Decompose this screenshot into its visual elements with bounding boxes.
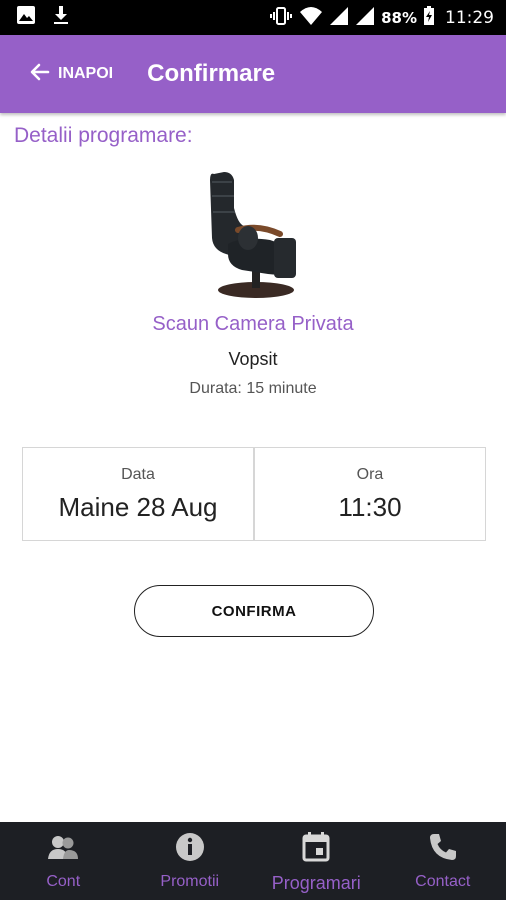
- calendar-icon: [302, 832, 330, 867]
- service-image: [198, 168, 308, 304]
- date-cell: Data Maine 28 Aug: [23, 448, 253, 540]
- service-name: Scaun Camera Privata: [152, 313, 354, 335]
- battery-icon: [423, 5, 435, 30]
- download-icon: [52, 5, 70, 30]
- date-value: Maine 28 Aug: [58, 491, 218, 522]
- battery-percent: 88%: [381, 8, 417, 27]
- arrow-left-icon: [28, 60, 52, 89]
- status-time: 11:29: [445, 7, 494, 28]
- service-type: Vopsit: [228, 349, 278, 369]
- time-cell: Ora 11:30: [253, 448, 485, 540]
- vibrate-icon: [269, 6, 293, 30]
- date-label: Data: [121, 465, 155, 483]
- nav-label-promotii: Promotii: [160, 873, 220, 890]
- nav-label-cont: Cont: [46, 873, 81, 890]
- back-button[interactable]: INAPOI: [0, 60, 113, 89]
- nav-item-contact[interactable]: Contact: [380, 822, 506, 900]
- service-duration: Durata: 15 minute: [189, 380, 317, 397]
- app-bar: INAPOI Confirmare: [0, 35, 506, 113]
- info-icon: [175, 832, 205, 867]
- wifi-icon: [299, 6, 323, 30]
- nav-item-cont[interactable]: Cont: [0, 822, 127, 900]
- bottom-nav: Cont Promotii Programari Contact: [0, 822, 506, 900]
- appointment-summary: Data Maine 28 Aug Ora 11:30: [22, 447, 486, 541]
- signal-icon: [329, 6, 349, 30]
- image-icon: [16, 5, 36, 30]
- time-value: 11:30: [338, 491, 402, 522]
- back-label: INAPOI: [58, 65, 114, 82]
- nav-label-contact: Contact: [415, 873, 471, 890]
- status-bar: 88% 11:29: [0, 0, 506, 35]
- section-title: Detalii programare:: [14, 124, 193, 147]
- time-label: Ora: [356, 465, 384, 483]
- signal-icon: [355, 6, 375, 30]
- nav-item-programari[interactable]: Programari: [253, 822, 380, 900]
- users-icon: [47, 832, 79, 867]
- nav-label-programari: Programari: [271, 873, 361, 893]
- nav-item-promotii[interactable]: Promotii: [127, 822, 254, 900]
- confirm-button[interactable]: CONFIRMA: [134, 585, 374, 637]
- page-title: Confirmare: [147, 60, 276, 87]
- phone-icon: [428, 832, 458, 867]
